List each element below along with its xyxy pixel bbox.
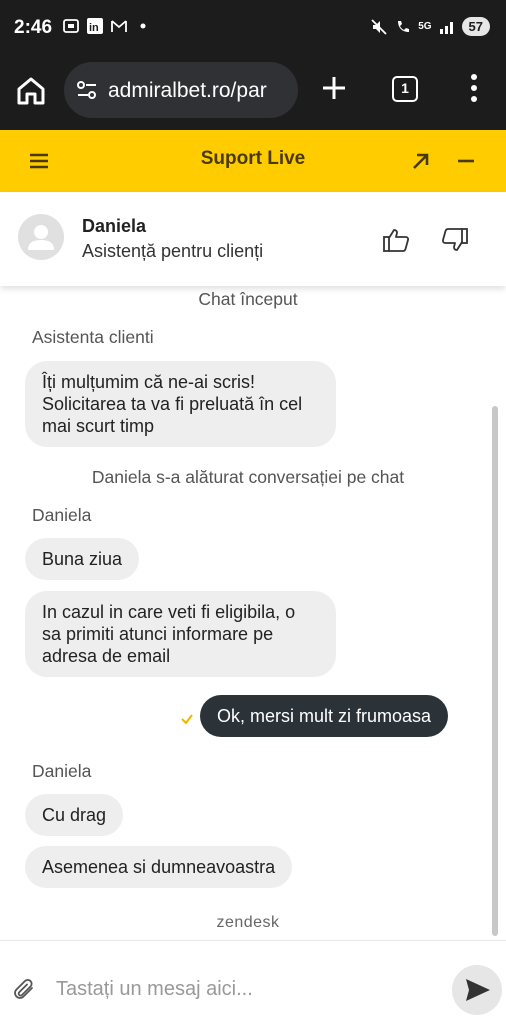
chat-header: Suport Live [0,130,506,192]
new-tab-icon[interactable] [318,72,350,104]
linkedin-icon: in [87,18,103,34]
chat-started-notice: Chat început [198,289,298,309]
paperclip-icon[interactable] [12,977,38,1003]
incoming-message-bubble: Buna ziua [25,538,140,580]
network-label: 5G [418,21,432,32]
outgoing-message-bubble: Ok, mersi mult zi frumoasa [200,695,449,737]
zendesk-logo: zendesk [216,914,280,931]
gmail-icon [111,20,127,32]
screenshot-icon [63,19,79,33]
person-icon [28,225,54,250]
address-bar[interactable]: admiralbet.ro/par [64,62,298,118]
chat-transcript[interactable]: Chat început Asistenta clienti Îți mulțu… [0,286,506,940]
battery-indicator: 57 [461,17,490,36]
send-button[interactable] [452,965,502,1015]
incoming-message-bubble: Asemenea si dumneavoastra [25,846,293,888]
sender-label: Asistenta clienti [32,327,154,347]
checkmark-icon [181,714,193,725]
site-settings-icon[interactable] [76,79,98,101]
sender-label: Daniela [32,505,92,525]
sender-label: Daniela [32,761,92,781]
browser-toolbar: admiralbet.ro/par 1 [0,58,506,130]
dot-icon [140,23,146,29]
mute-icon [371,18,387,35]
status-time: 2:46 [14,17,53,38]
minimize-icon[interactable] [455,150,477,172]
message-input[interactable] [56,969,436,1009]
wifi-call-icon [398,20,410,32]
tab-switcher-button[interactable]: 1 [392,76,418,102]
popout-arrow-icon[interactable] [410,150,432,172]
url-text[interactable]: admiralbet.ro/par [108,79,294,103]
agent-role: Asistență pentru clienți [82,241,264,261]
agent-name: Daniela [82,216,147,236]
more-options-icon[interactable] [462,72,486,104]
agent-info-bar: Daniela Asistență pentru clienți [0,192,506,286]
signal-icon [439,21,453,34]
thumbs-up-icon[interactable] [382,226,410,254]
system-icons: 5G 57 [370,17,490,36]
notification-icons: in [62,17,152,35]
send-icon [466,979,490,1001]
message-composer [0,940,506,1034]
incoming-message-bubble: Îți mulțumim că ne-ai scris! Solicitarea… [25,361,336,447]
avatar [18,214,64,260]
home-icon[interactable] [14,74,48,108]
scrollbar[interactable] [492,406,498,936]
thumbs-down-icon[interactable] [441,226,469,254]
incoming-message-bubble: Cu drag [25,794,124,836]
agent-joined-notice: Daniela s-a alăturat conversației pe cha… [91,467,405,487]
svg-text:in: in [89,22,99,34]
incoming-message-bubble: In cazul in care veti fi eligibila, o sa… [25,591,336,677]
status-bar: 2:46 in 5G 57 [0,0,506,58]
